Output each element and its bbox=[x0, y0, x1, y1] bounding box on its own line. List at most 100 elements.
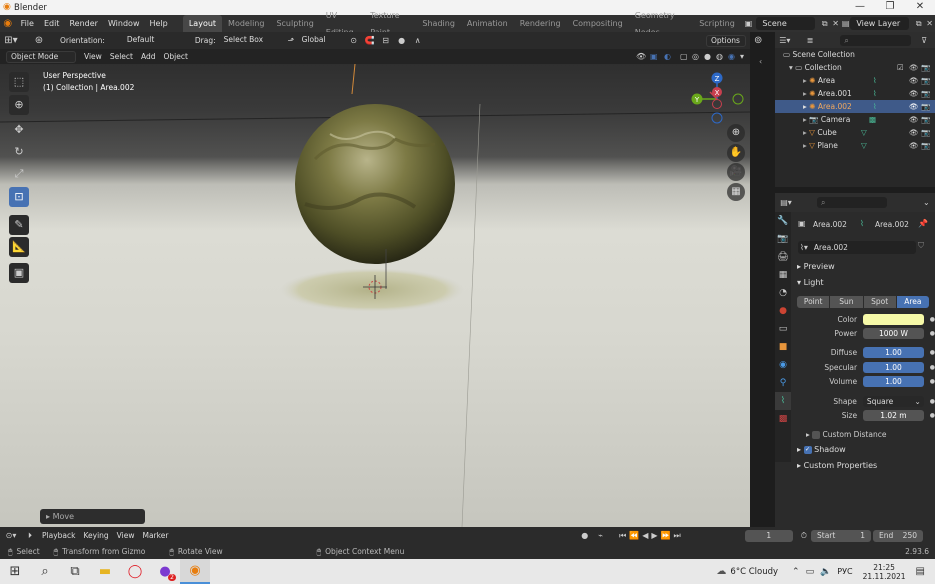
light-panel-header[interactable]: ▾ Light bbox=[797, 278, 824, 287]
shading-material-icon[interactable]: ◍ bbox=[716, 52, 728, 61]
collection-row[interactable]: ▾ ▭ Collection ☑ 👁 📷 bbox=[775, 61, 935, 74]
preview-panel-header[interactable]: ▸ Preview bbox=[797, 262, 835, 271]
custom-properties-panel-header[interactable]: ▸ Custom Properties bbox=[797, 461, 877, 470]
custom-distance-checkbox[interactable] bbox=[812, 431, 821, 439]
keyframe-dot-icon[interactable]: ● bbox=[930, 316, 935, 323]
close-icon[interactable]: ✕ bbox=[905, 0, 935, 15]
visibility-icon[interactable]: 👁 bbox=[909, 113, 919, 126]
restore-icon[interactable]: ❐ bbox=[875, 0, 905, 15]
custom-distance-subpanel[interactable]: ▸ Custom Distance bbox=[806, 430, 886, 439]
menu-marker[interactable]: Marker bbox=[138, 528, 172, 543]
volume-icon[interactable]: 🔈 bbox=[820, 567, 831, 577]
jump-keyframe-back-icon[interactable]: ⏪ bbox=[629, 531, 639, 540]
filter-icon[interactable]: ⊽ bbox=[921, 36, 935, 45]
tab-compositing[interactable]: Compositing bbox=[567, 15, 629, 32]
menu-view[interactable]: View bbox=[80, 49, 106, 64]
shadow-panel-header[interactable]: ▸ ✓ Shadow bbox=[797, 445, 846, 454]
outliner-editor-icon[interactable]: ☰▾ bbox=[775, 36, 795, 45]
new-scene-icon[interactable]: ⧉ bbox=[819, 19, 830, 29]
menu-add[interactable]: Add bbox=[137, 49, 160, 64]
render-icon[interactable]: 📷 bbox=[921, 113, 930, 126]
tab-rendering[interactable]: Rendering bbox=[514, 15, 567, 32]
start-frame-field[interactable]: Start 1 bbox=[811, 529, 871, 542]
textured-sphere[interactable] bbox=[295, 104, 455, 264]
render-icon[interactable]: 📷 bbox=[921, 74, 930, 87]
display-mode-icon[interactable]: ≣ bbox=[807, 36, 823, 45]
render-icon[interactable]: 📷 bbox=[921, 126, 930, 139]
menu-select[interactable]: Select bbox=[106, 49, 137, 64]
play-reverse-icon[interactable]: ◀ bbox=[642, 531, 648, 540]
end-frame-field[interactable]: End 250 bbox=[873, 529, 923, 542]
pin-icon[interactable]: 📌 bbox=[918, 219, 928, 228]
fake-user-icon[interactable]: ⛉ bbox=[918, 241, 924, 251]
outliner-item-area-001[interactable]: ▸ ✺ Area.001 ⌇ 👁 📷 bbox=[775, 87, 935, 100]
power-field[interactable]: 1000 W bbox=[863, 327, 924, 339]
outliner-item-area[interactable]: ▸ ✺ Area ⌇ 👁 📷 bbox=[775, 74, 935, 87]
3d-viewport[interactable]: Z Y X User Perspective (1) Collection | … bbox=[0, 64, 750, 527]
delete-view-layer-icon[interactable]: ✕ bbox=[924, 19, 935, 28]
light-type-area-button[interactable]: Area bbox=[896, 296, 929, 308]
editor-type-icon[interactable]: ⊞▾ bbox=[0, 35, 22, 46]
zoom-icon[interactable]: ⊕ bbox=[727, 124, 745, 142]
windows-start-icon[interactable]: ⊞ bbox=[0, 559, 30, 584]
transform-tool-icon[interactable]: ⊡ bbox=[9, 187, 29, 207]
timeline-editor-icon[interactable]: ⊙▾ bbox=[0, 531, 22, 540]
minimize-icon[interactable]: — bbox=[845, 0, 875, 15]
preview-range-icon[interactable]: ⏱ bbox=[801, 531, 807, 541]
add-cube-tool-icon[interactable]: ▣ bbox=[9, 263, 29, 283]
visibility-icon[interactable]: 👁 bbox=[909, 126, 919, 139]
jump-start-icon[interactable]: ⏮ bbox=[619, 531, 626, 541]
constraints-tab-icon[interactable]: ⚲ bbox=[775, 374, 791, 392]
select-box-tool-icon[interactable]: ⬚ bbox=[9, 72, 29, 92]
delete-scene-icon[interactable]: ✕ bbox=[830, 19, 841, 28]
tab-modeling[interactable]: Modeling bbox=[222, 15, 270, 32]
messenger-icon[interactable]: ● 2 bbox=[150, 559, 180, 584]
visibility-icon[interactable]: 👁 bbox=[909, 139, 919, 152]
last-operator-panel[interactable]: ▸ Move bbox=[40, 509, 145, 524]
collection-render-icon[interactable]: 📷 bbox=[921, 61, 930, 74]
menu-timeline-view[interactable]: View bbox=[113, 528, 139, 543]
transform-pivot-icon[interactable]: ⊛ bbox=[30, 35, 48, 46]
jump-end-icon[interactable]: ⏭ bbox=[674, 531, 681, 541]
language-indicator[interactable]: РУС bbox=[837, 567, 852, 576]
blender-menu-icon[interactable]: ◉ bbox=[0, 18, 16, 29]
menu-file[interactable]: File bbox=[16, 15, 39, 32]
properties-options-icon[interactable]: ⌄ bbox=[923, 198, 930, 207]
tab-animation[interactable]: Animation bbox=[461, 15, 514, 32]
keyframe-dot-icon[interactable]: ● bbox=[930, 398, 935, 405]
render-icon[interactable]: 📷 bbox=[921, 100, 930, 113]
tab-scripting[interactable]: Scripting bbox=[693, 15, 741, 32]
editor-toggle-icon[interactable]: ⊚ bbox=[754, 35, 762, 46]
shading-solid-icon[interactable]: ● bbox=[704, 52, 716, 61]
visibility-icon[interactable]: 👁 bbox=[909, 87, 919, 100]
diffuse-field[interactable]: 1.00 bbox=[863, 346, 924, 358]
scene-selector[interactable]: Scene bbox=[756, 17, 816, 30]
move-tool-icon[interactable]: ✥ bbox=[9, 120, 29, 140]
jump-keyframe-forward-icon[interactable]: ⏩ bbox=[661, 531, 671, 540]
visibility-icon[interactable]: 👁 bbox=[909, 100, 919, 113]
visibility-icon[interactable]: 👁 bbox=[636, 52, 650, 61]
scene-tab-icon[interactable]: ◔ bbox=[775, 284, 791, 302]
keyframe-dot-icon[interactable]: ● bbox=[930, 330, 935, 337]
view-layer-selector[interactable]: View Layer bbox=[850, 17, 910, 30]
keyframe-dot-icon[interactable]: ● bbox=[930, 412, 935, 419]
collection-visibility-icon[interactable]: 👁 bbox=[909, 61, 919, 74]
shading-wireframe-icon[interactable]: ◎ bbox=[692, 52, 704, 61]
notifications-icon[interactable]: ▤ bbox=[916, 566, 925, 577]
perspective-toggle-icon[interactable]: ▦ bbox=[727, 183, 745, 201]
transform-orientation-dropdown[interactable]: Global bbox=[298, 35, 342, 47]
new-view-layer-icon[interactable]: ⧉ bbox=[913, 19, 924, 29]
tab-sculpting[interactable]: Sculpting bbox=[270, 15, 319, 32]
menu-keying[interactable]: Keying bbox=[79, 528, 112, 543]
outliner-item-camera[interactable]: ▸ 📷 Camera ▩ 👁 📷 bbox=[775, 113, 935, 126]
file-explorer-icon[interactable]: ▬ bbox=[90, 559, 120, 584]
rotate-tool-icon[interactable]: ↻ bbox=[9, 142, 29, 162]
shading-rendered-icon[interactable]: ◉ bbox=[728, 52, 740, 61]
render-tab-icon[interactable]: 📷 bbox=[775, 230, 791, 248]
tool-tab-icon[interactable]: 🔧 bbox=[775, 212, 791, 230]
outliner-item-plane[interactable]: ▸ ▽ Plane ▽ 👁 📷 bbox=[775, 139, 935, 152]
scene-icon[interactable]: ▣ bbox=[745, 19, 753, 28]
cursor-tool-icon[interactable]: ⊕ bbox=[9, 95, 29, 115]
menu-playback[interactable]: Playback bbox=[38, 528, 79, 543]
falloff-icon[interactable]: ∧ bbox=[410, 36, 426, 45]
